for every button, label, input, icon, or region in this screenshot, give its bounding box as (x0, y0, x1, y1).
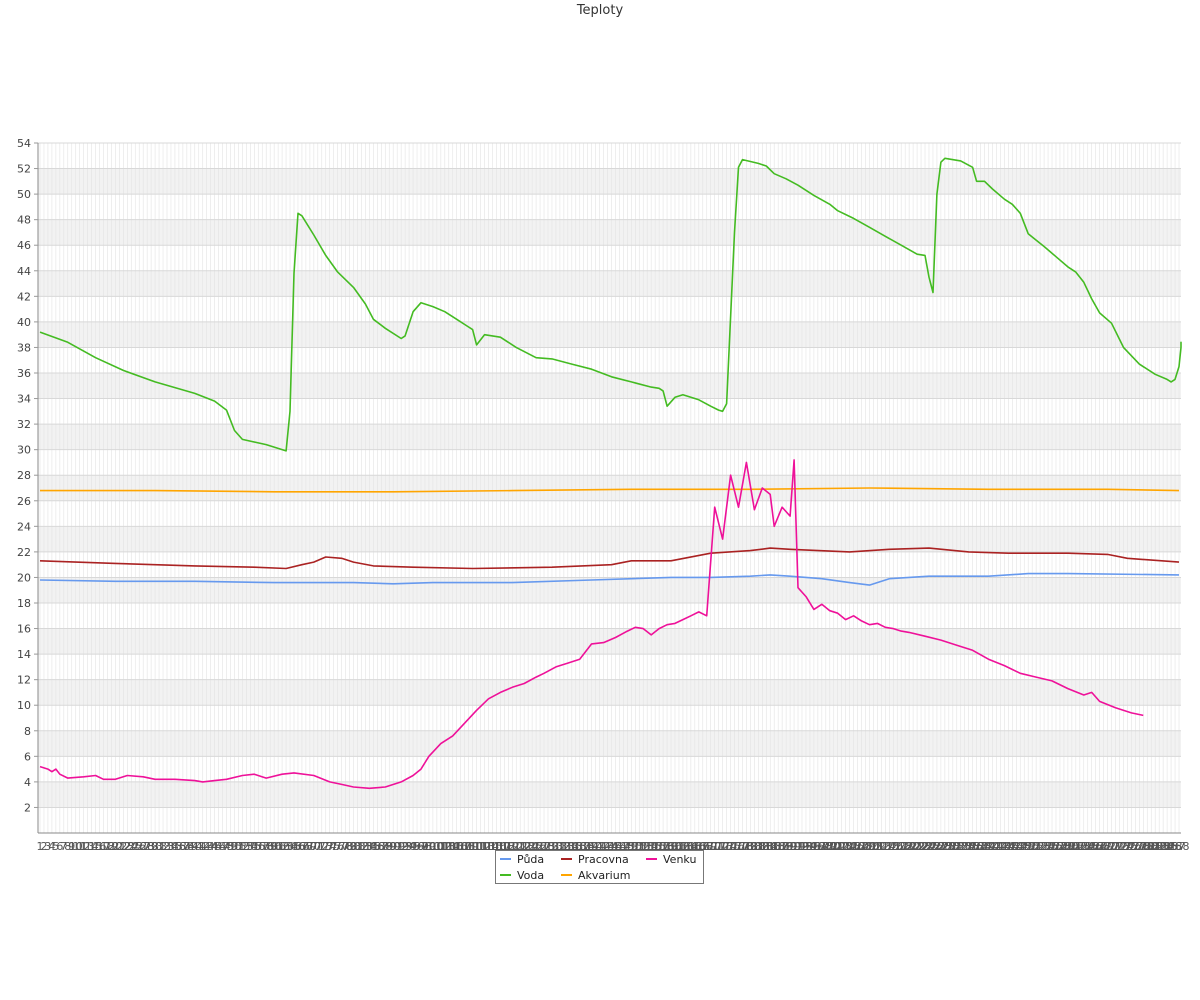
grid-band (38, 168, 1181, 195)
legend-item: Pracovna (561, 853, 629, 867)
y-tick-label: 12 (17, 674, 31, 687)
grid-band (38, 424, 1181, 450)
y-tick-label: 28 (17, 469, 31, 482)
series-line-voda (39, 157, 1182, 452)
y-tick-label: 8 (24, 725, 31, 738)
grid-band (38, 628, 1181, 655)
y-tick-label: 16 (17, 623, 31, 636)
y-tick-label: 54 (17, 137, 31, 150)
y-tick-label: 44 (17, 265, 31, 278)
grid-band (38, 730, 1181, 757)
y-tick-label: 52 (17, 163, 31, 176)
chart-legend: Půda Pracovna Venku Voda Akvarium (495, 850, 704, 884)
grid-band (38, 526, 1181, 552)
y-tick-label: 18 (17, 597, 31, 610)
y-tick-label: 40 (17, 316, 31, 329)
y-tick-label: 22 (17, 546, 31, 559)
legend-item: Voda (500, 869, 544, 883)
y-tick-label: 42 (17, 290, 31, 303)
legend-label: Pracovna (578, 853, 629, 866)
y-tick-label: 32 (17, 418, 31, 431)
legend-swatch (646, 858, 657, 860)
y-tick-label: 34 (17, 393, 31, 406)
y-tick-label: 38 (17, 341, 31, 354)
legend-label: Akvarium (578, 869, 631, 882)
legend-item: Akvarium (561, 869, 630, 883)
legend-label: Venku (663, 853, 697, 866)
grid-band (38, 781, 1181, 808)
y-tick-label: 50 (17, 188, 31, 201)
y-tick-label: 26 (17, 495, 31, 508)
grid-band (38, 475, 1181, 501)
y-tick-label: 24 (17, 520, 31, 533)
y-tick-label: 20 (17, 571, 31, 584)
x-tick-label: 288 (1169, 840, 1190, 853)
grid-band (38, 679, 1181, 706)
y-tick-label: 10 (17, 699, 31, 712)
y-tick-label: 4 (24, 776, 31, 789)
y-axis-ticks: 2468101214161820222426283032343638404244… (17, 137, 38, 814)
y-tick-label: 30 (17, 444, 31, 457)
legend-swatch (500, 858, 511, 860)
grid-band (38, 219, 1181, 246)
legend-label: Půda (517, 853, 545, 866)
y-tick-label: 46 (17, 239, 31, 252)
y-tick-label: 14 (17, 648, 31, 661)
legend-item: Venku (646, 853, 696, 867)
y-tick-label: 36 (17, 367, 31, 380)
y-tick-label: 48 (17, 214, 31, 227)
grid-band (38, 321, 1181, 348)
grid-band (38, 270, 1181, 297)
legend-label: Voda (517, 869, 545, 882)
legend-swatch (561, 858, 572, 860)
legend-item: Půda (500, 853, 544, 867)
y-tick-label: 6 (24, 750, 31, 763)
chart-bands (38, 168, 1181, 808)
legend-swatch (500, 874, 511, 876)
legend-swatch (561, 874, 572, 876)
y-tick-label: 2 (24, 801, 31, 814)
